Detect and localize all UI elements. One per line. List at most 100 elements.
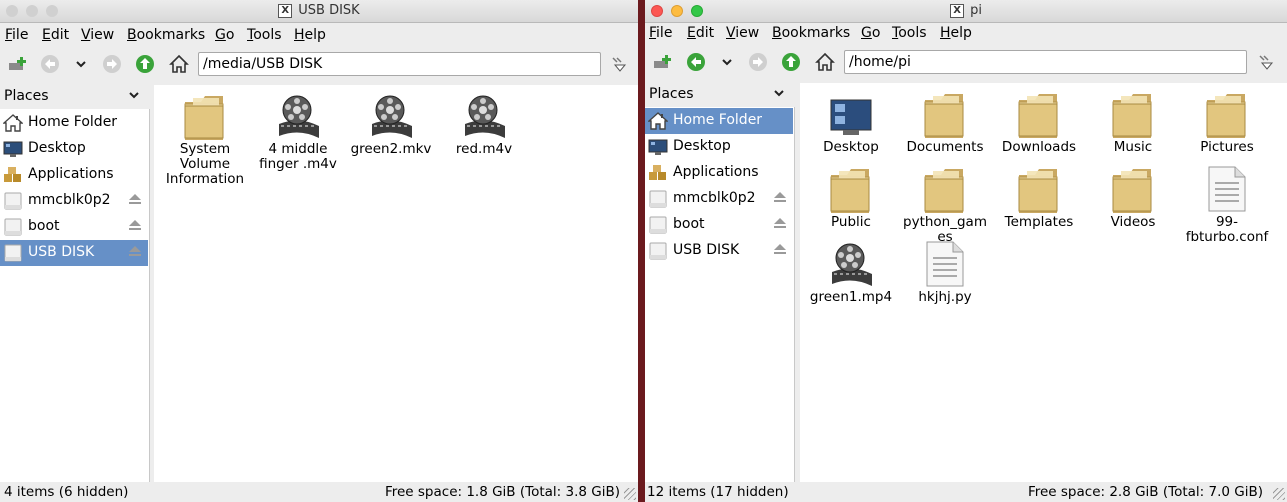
places-label: Places <box>649 86 694 102</box>
desktop-icon <box>805 83 897 138</box>
location-bar[interactable]: /media/USB DISK <box>198 52 601 76</box>
home-button[interactable] <box>814 51 836 73</box>
sidebar-item-label: Home Folder <box>673 112 763 128</box>
menu-file[interactable]: File <box>649 25 672 41</box>
eject-icon[interactable] <box>127 245 143 261</box>
menu-help[interactable]: Help <box>940 25 972 41</box>
back-button[interactable] <box>685 51 707 73</box>
menu-view[interactable]: View <box>726 25 759 41</box>
file-name: Desktop <box>823 139 879 155</box>
file-item[interactable]: 4 middle finger .m4v <box>252 85 344 172</box>
sidebar-item-home-folder[interactable]: Home Folder <box>645 108 793 134</box>
resize-grip[interactable] <box>624 488 636 500</box>
sidebar-item-applications[interactable]: Applications <box>0 162 148 188</box>
menu-edit[interactable]: Edit <box>687 25 714 41</box>
menu-edit[interactable]: Edit <box>42 27 69 43</box>
file-name: green2.mkv <box>350 141 432 157</box>
file-name: Public <box>831 214 871 230</box>
file-item[interactable]: green1.mp4 <box>805 233 897 305</box>
menu-go[interactable]: Go <box>215 27 234 43</box>
menu-help[interactable]: Help <box>294 27 326 43</box>
file-item[interactable]: Public <box>805 158 897 230</box>
home-icon <box>647 112 669 130</box>
sidebar-item-mmcblk0p2[interactable]: mmcblk0p2 <box>0 188 148 214</box>
go-button[interactable] <box>608 53 630 75</box>
menu-go[interactable]: Go <box>861 25 880 41</box>
folder-icon <box>805 158 897 213</box>
item-count: 12 items (17 hidden) <box>647 484 789 500</box>
file-name: red.m4v <box>455 141 513 157</box>
up-button[interactable] <box>780 51 802 73</box>
menu-view[interactable]: View <box>81 27 114 43</box>
go-button[interactable] <box>1255 51 1277 73</box>
sidebar-item-home-folder[interactable]: Home Folder <box>0 110 148 136</box>
file-item[interactable]: green2.mkv <box>345 85 437 157</box>
menu-bar: File Edit View Bookmarks Go Tools Help <box>645 22 1287 44</box>
file-item[interactable]: Pictures <box>1181 83 1273 155</box>
file-name: Templates <box>1004 214 1074 230</box>
file-item[interactable]: hkjhj.py <box>899 233 991 305</box>
places-header[interactable]: Places <box>0 85 150 109</box>
chevron-down-icon[interactable] <box>773 87 785 103</box>
places-header[interactable]: Places <box>645 83 795 107</box>
location-bar[interactable]: /home/pi <box>844 50 1247 74</box>
new-tab-button[interactable] <box>651 51 673 73</box>
file-item[interactable]: Templates <box>993 158 1085 230</box>
menu-bookmarks[interactable]: Bookmarks <box>127 27 205 43</box>
file-item[interactable]: 99-fbturbo.conf <box>1181 158 1273 245</box>
free-space: Free space: 2.8 GiB (Total: 7.0 GiB) <box>1027 484 1263 500</box>
resize-grip[interactable] <box>1273 488 1285 500</box>
sidebar-item-usb-disk[interactable]: USB DISK <box>645 238 793 264</box>
desktop-icon <box>3 140 23 158</box>
eject-icon[interactable] <box>772 243 788 259</box>
file-item[interactable]: System Volume Information <box>159 85 251 187</box>
sidebar-item-boot[interactable]: boot <box>0 214 148 240</box>
video-icon <box>438 85 530 140</box>
title-bar[interactable]: X USB DISK <box>0 0 638 23</box>
sidebar-item-mmcblk0p2[interactable]: mmcblk0p2 <box>645 186 793 212</box>
sidebar-item-desktop[interactable]: Desktop <box>0 136 148 162</box>
eject-icon[interactable] <box>127 193 143 209</box>
chevron-down-icon[interactable] <box>128 89 140 105</box>
sidebar-item-usb-disk[interactable]: USB DISK <box>0 240 148 266</box>
new-tab-button[interactable] <box>6 53 28 75</box>
file-item[interactable]: python_games <box>899 158 991 245</box>
sidebar-item-boot[interactable]: boot <box>645 212 793 238</box>
history-dropdown-button[interactable] <box>70 53 92 75</box>
title-bar[interactable]: Xpi <box>645 0 1287 23</box>
forward-button[interactable] <box>101 53 123 75</box>
file-item[interactable]: Desktop <box>805 83 897 155</box>
places-sidebar: Home Folder Desktop Applications mmcblk0p2 b… <box>0 109 150 482</box>
drive-icon <box>648 216 668 234</box>
sidebar-item-label: USB DISK <box>673 242 740 258</box>
file-item[interactable]: Documents <box>899 83 991 155</box>
menu-tools[interactable]: Tools <box>247 27 282 43</box>
drive-icon <box>648 190 668 208</box>
home-button[interactable] <box>168 53 190 75</box>
eject-icon[interactable] <box>772 191 788 207</box>
eject-icon[interactable] <box>127 219 143 235</box>
file-item[interactable]: red.m4v <box>438 85 530 157</box>
sidebar-item-applications[interactable]: Applications <box>645 160 793 186</box>
menu-tools[interactable]: Tools <box>892 25 927 41</box>
back-button[interactable] <box>39 53 61 75</box>
file-item[interactable]: Music <box>1087 83 1179 155</box>
x11-icon: X <box>950 4 965 18</box>
history-dropdown-button[interactable] <box>716 51 738 73</box>
home-icon <box>815 52 835 71</box>
eject-icon[interactable] <box>772 217 788 233</box>
sidebar-item-label: Desktop <box>673 138 731 154</box>
file-name: green1.mp4 <box>809 289 893 305</box>
folder-icon <box>993 158 1085 213</box>
file-name: Music <box>1113 139 1153 155</box>
up-button[interactable] <box>134 53 156 75</box>
forward-button[interactable] <box>747 51 769 73</box>
menu-bookmarks[interactable]: Bookmarks <box>772 25 850 41</box>
file-item[interactable]: Downloads <box>993 83 1085 155</box>
drive-icon <box>3 192 23 210</box>
sidebar-item-desktop[interactable]: Desktop <box>645 134 793 160</box>
file-name: Downloads <box>1001 139 1077 155</box>
toolbar: /home/pi <box>645 45 1287 79</box>
menu-file[interactable]: File <box>5 27 28 43</box>
file-item[interactable]: Videos <box>1087 158 1179 230</box>
